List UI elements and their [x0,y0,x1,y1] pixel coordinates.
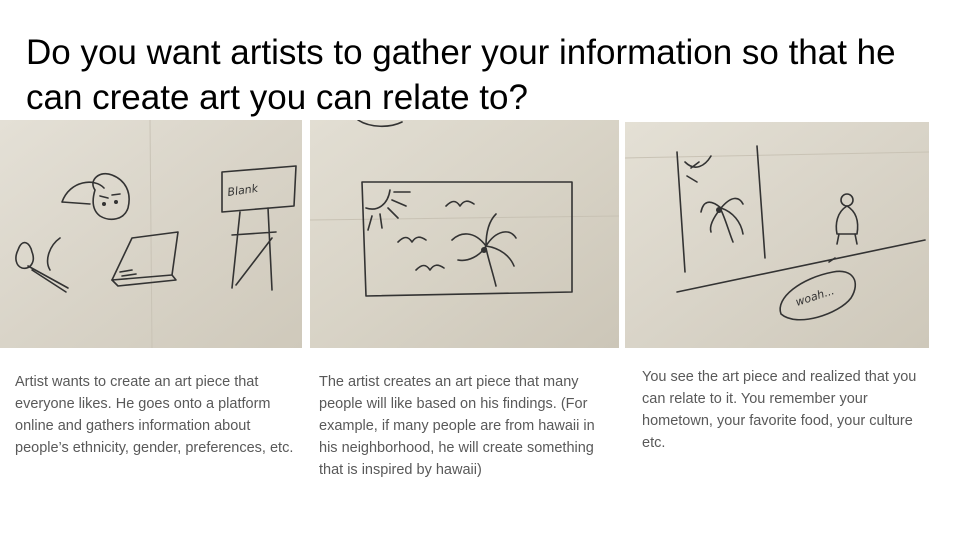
storyboard-panel-3: woah... [625,122,929,348]
panel-2-caption: The artist creates an art piece that man… [319,374,595,478]
slide-title: Do you want artists to gather your infor… [26,33,896,117]
artist-laptop-sketch: Blank [0,120,302,348]
hawaii-painting-sketch [310,120,619,348]
storyboard-panel-2 [310,120,619,348]
storyboard-panel-1: Blank [0,120,302,348]
viewer-reaction-sketch: woah... [625,122,929,348]
panel-3-caption: You see the art piece and realized that … [642,369,917,451]
panel-1-caption: Artist wants to create an art piece that… [15,374,294,456]
